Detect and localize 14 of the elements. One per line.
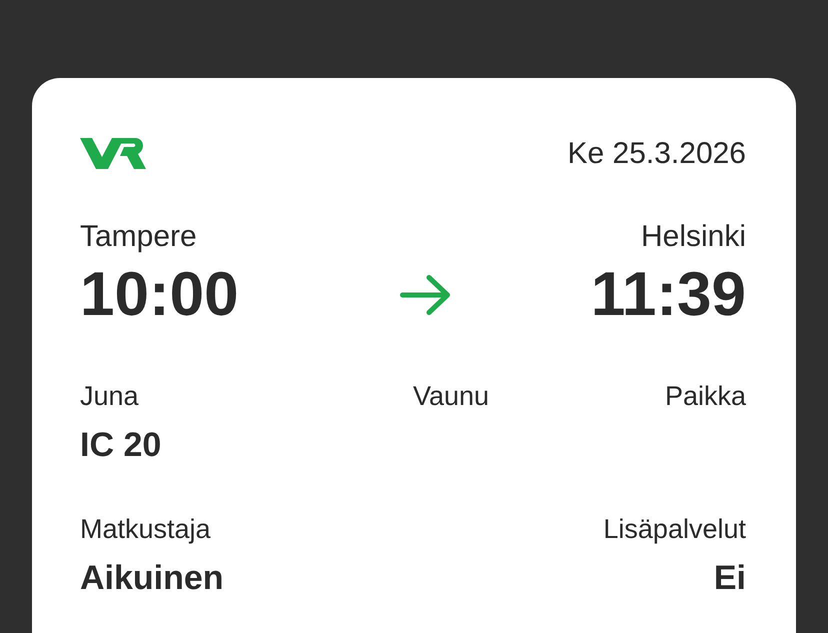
extras-label: Lisäpalvelut (603, 516, 746, 543)
carriage-label: Vaunu (413, 383, 490, 410)
seat-label: Paikka (664, 383, 746, 410)
departure-station: Tampere (80, 222, 197, 252)
extras-value: Ei (712, 561, 746, 595)
departure-time: 10:00 (80, 264, 240, 326)
train-number: IC 20 (80, 428, 162, 462)
train-label: Juna (80, 383, 140, 410)
passenger-label: Matkustaja (80, 516, 212, 543)
passenger-type: Aikuinen (80, 561, 224, 595)
logo-icon (80, 138, 146, 169)
arrival-time: 11:39 (590, 264, 746, 326)
travel-date: Ke 25.3.2026 (568, 138, 746, 168)
arrival-station: Helsinki (640, 222, 746, 252)
